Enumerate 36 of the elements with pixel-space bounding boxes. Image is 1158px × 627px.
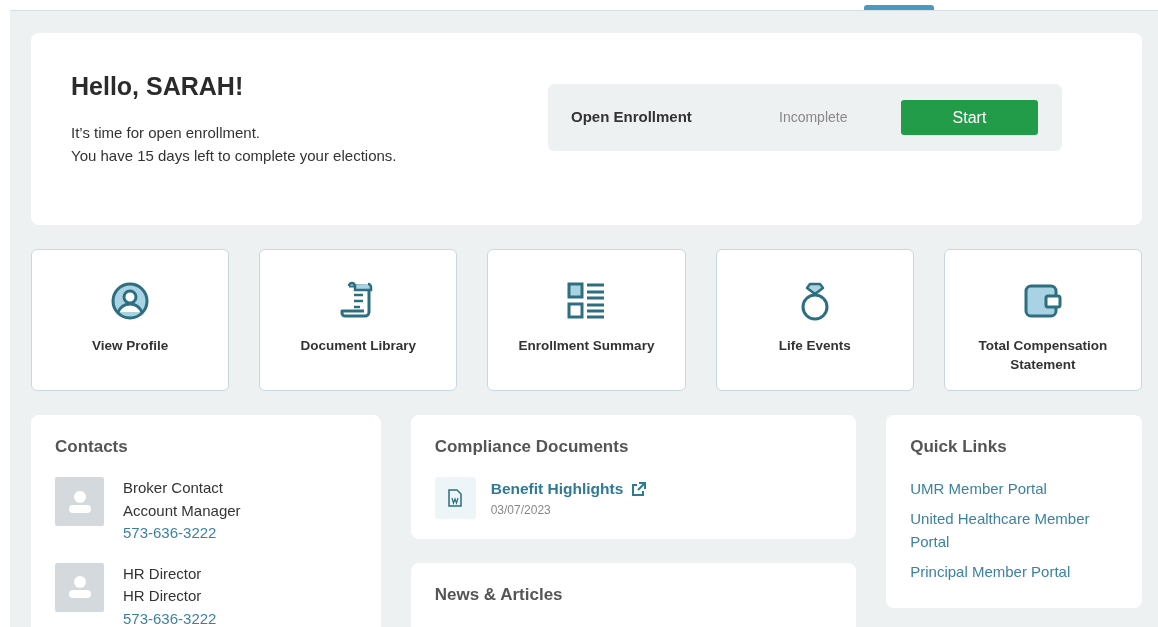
quick-link[interactable]: United Healthcare Member Portal: [910, 507, 1118, 554]
phone-link[interactable]: 573-636-3222: [123, 522, 241, 545]
quick-links-heading: Quick Links: [910, 437, 1008, 458]
person-icon: [66, 576, 93, 599]
quick-link[interactable]: Principal Member Portal: [910, 560, 1118, 584]
document-date: 03/07/2023: [490, 501, 552, 519]
tile-label: Life Events: [778, 337, 851, 355]
compliance-heading: Compliance Documents: [434, 437, 630, 458]
tile-label: Enrollment Summary: [518, 337, 655, 355]
shortcut-tile[interactable]: Life Events: [715, 249, 914, 391]
news-heading: News & Articles: [434, 585, 564, 606]
active-tab-indicator: [864, 5, 934, 10]
shortcut-tile[interactable]: Enrollment Summary: [487, 249, 686, 391]
greeting-heading: Hello, SARAH!: [71, 71, 245, 101]
contact-role: HR Director: [123, 586, 203, 607]
contact-name: Broker Contact: [123, 478, 225, 499]
shortcut-tile[interactable]: Document Library: [259, 249, 458, 391]
contacts-heading: Contacts: [55, 437, 129, 458]
word-document-icon: [448, 489, 463, 508]
person-icon: [66, 490, 93, 513]
document-link[interactable]: Benefit Highlights: [490, 477, 624, 501]
shortcut-tile[interactable]: View Profile: [31, 249, 230, 391]
message-line: It’s time for open enrollment.: [71, 123, 261, 143]
tile-label: Total Compensation Statement: [977, 337, 1109, 374]
start-button[interactable]: Start: [901, 100, 1038, 135]
tile-label: View Profile: [91, 337, 169, 355]
message-line: You have 15 days left to complete your elections.: [71, 146, 397, 166]
enrollment-status: Incomplete: [779, 108, 849, 127]
shortcut-tile[interactable]: Total Compensation Statement: [943, 249, 1142, 391]
quick-link[interactable]: UMR Member Portal: [910, 477, 1118, 501]
external-link-icon[interactable]: [631, 481, 647, 497]
tile-label: Document Library: [300, 337, 417, 355]
phone-link[interactable]: 573-636-3222: [123, 607, 217, 627]
contact-role: Account Manager: [123, 500, 241, 521]
contact-name: HR Director: [123, 563, 203, 584]
enrollment-label: Open Enrollment: [571, 107, 693, 128]
